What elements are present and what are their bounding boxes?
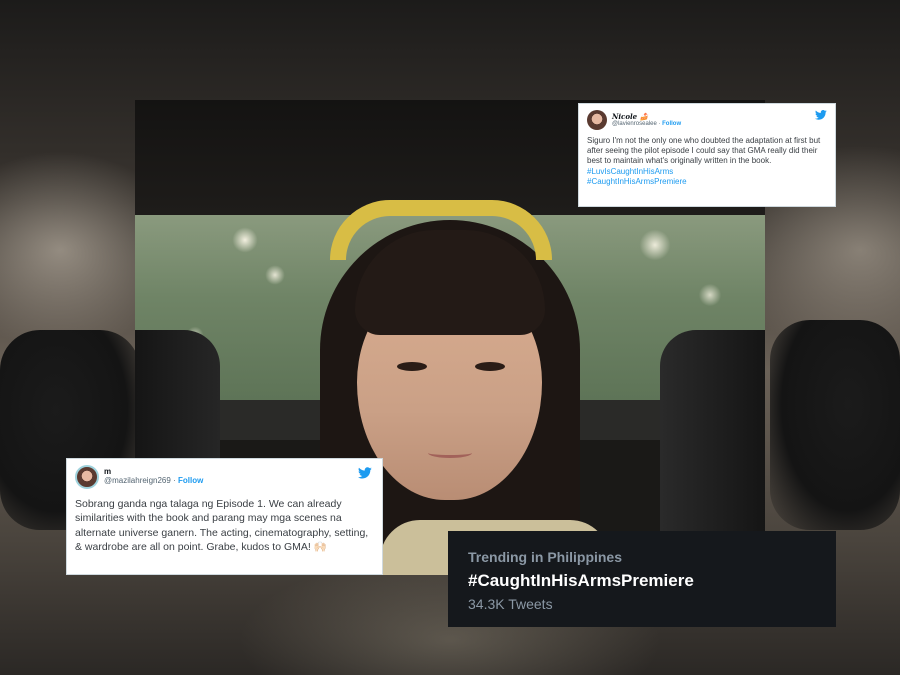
avatar[interactable]	[587, 110, 607, 130]
tweet-text: Sobrang ganda nga talaga ng Episode 1. W…	[75, 498, 369, 554]
smile	[428, 448, 472, 458]
display-name[interactable]: Nicole 🍰	[612, 113, 681, 121]
tweet-card-top: Nicole 🍰 @lavienrosealee · Follow Siguro…	[578, 103, 836, 207]
headband	[330, 200, 552, 260]
separator: ·	[658, 120, 661, 127]
tweet-card-bottom: m @mazilahreign269 · Follow Sobrang gand…	[66, 458, 383, 575]
trend-tweet-count: 34.3K Tweets	[468, 596, 553, 612]
avatar[interactable]	[75, 465, 99, 489]
handle-line: @mazilahreign269 · Follow	[104, 476, 203, 486]
handle[interactable]: @lavienrosealee	[612, 121, 657, 127]
eye-left	[397, 362, 427, 371]
tweet-body: Sobrang ganda nga talaga ng Episode 1. W…	[75, 497, 374, 555]
tweet-header: Nicole 🍰 @lavienrosealee · Follow	[587, 110, 827, 130]
separator: ·	[173, 476, 176, 485]
twitter-bird-icon[interactable]	[815, 110, 827, 120]
hashtag-link[interactable]: #CaughtInHisArmsPremiere	[587, 177, 827, 187]
trend-hashtag[interactable]: #CaughtInHisArmsPremiere	[468, 571, 816, 591]
trend-context: Trending in Philippines	[468, 549, 623, 565]
handle-line: @lavienrosealee · Follow	[612, 121, 681, 128]
blurred-seat-right	[770, 320, 900, 530]
follow-button[interactable]: Follow	[662, 121, 681, 127]
tweet-text: Siguro I'm not the only one who doubted …	[587, 136, 821, 166]
eye-right	[475, 362, 505, 371]
trending-card[interactable]: Trending in Philippines #CaughtInHisArms…	[448, 531, 836, 627]
tweet-author: Nicole 🍰 @lavienrosealee · Follow	[612, 113, 681, 127]
handle[interactable]: @mazilahreign269	[104, 476, 171, 485]
twitter-bird-icon[interactable]	[358, 467, 372, 479]
tweet-header: m @mazilahreign269 · Follow	[75, 465, 374, 489]
hashtag-link[interactable]: #LuvIsCaughtInHisArms	[587, 167, 827, 177]
tweet-author: m @mazilahreign269 · Follow	[104, 467, 203, 486]
follow-button[interactable]: Follow	[178, 476, 203, 485]
tweet-body: Siguro I'm not the only one who doubted …	[587, 136, 827, 187]
